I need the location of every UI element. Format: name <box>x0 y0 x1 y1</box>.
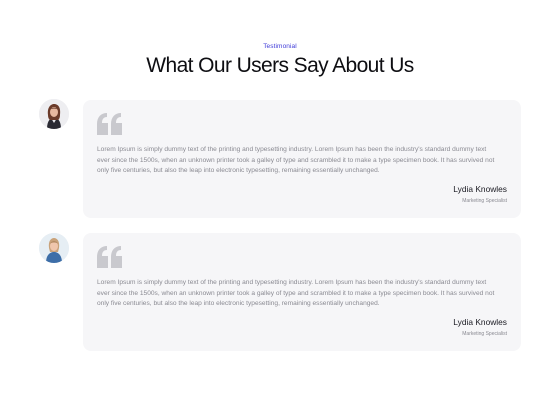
avatar <box>39 233 69 263</box>
testimonial-text: Lorem Ipsum is simply dummy text of the … <box>97 279 495 308</box>
woman-portrait-avatar-icon <box>39 99 69 129</box>
author-name: Lydia Knowles <box>453 317 507 327</box>
avatar <box>39 99 69 129</box>
author-name: Lydia Knowles <box>453 184 507 194</box>
testimonial-text: Lorem Ipsum is simply dummy text of the … <box>97 146 495 175</box>
author-role: Marketing Specialist <box>462 331 507 337</box>
section-title: What Our Users Say About Us <box>146 54 414 77</box>
testimonial-card: Lorem Ipsum is simply dummy text of the … <box>83 100 521 218</box>
testimonial-card: Lorem Ipsum is simply dummy text of the … <box>83 233 521 351</box>
quote-icon <box>97 246 122 268</box>
section-eyebrow: Testimonial <box>263 43 297 50</box>
author-role: Marketing Specialist <box>462 198 507 204</box>
quote-icon <box>97 113 122 135</box>
woman-portrait-avatar-icon <box>39 233 69 263</box>
